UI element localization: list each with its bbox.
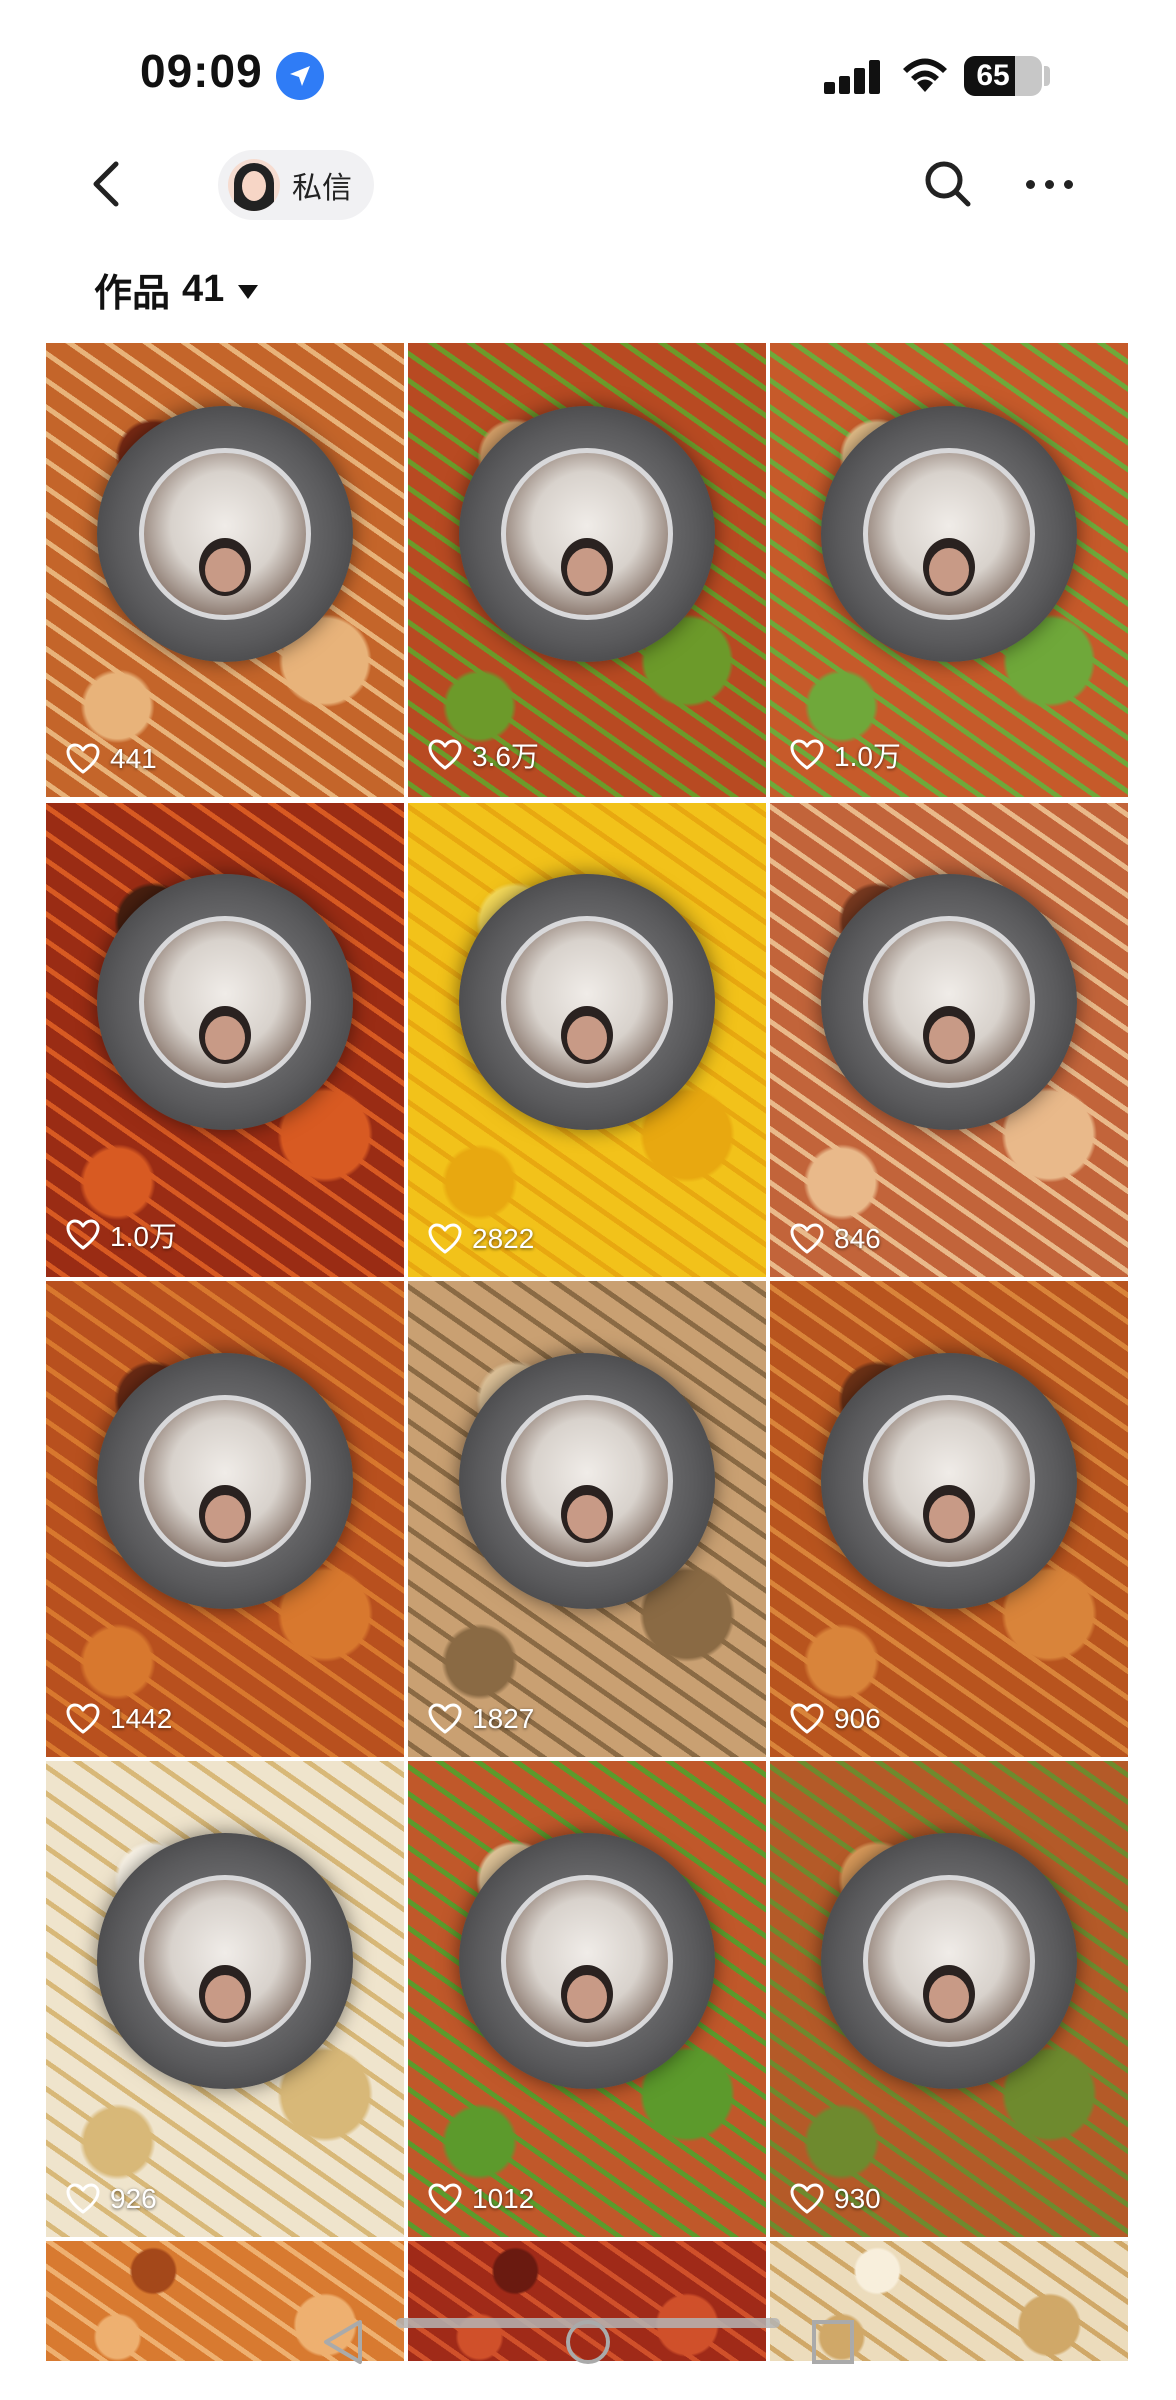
works-label: 作品 [94,273,171,315]
like-count-value: 3.6万 [472,741,539,772]
person-face [567,1974,607,2019]
video-thumbnail[interactable]: 1.0万 [770,343,1128,797]
nav-home-icon[interactable] [564,2318,612,2366]
like-count: 1442 [66,1703,172,1735]
like-count: 930 [790,2183,881,2215]
search-icon [925,161,971,207]
heart-icon [790,739,824,770]
avatar [228,159,280,211]
video-thumbnail[interactable]: 441 [46,343,404,797]
status-bar: 09:09 65 [0,0,1176,150]
works-filter[interactable]: 作品 41 [94,262,259,317]
person-face [929,1974,969,2019]
video-thumbnail[interactable]: 1.0万 [46,803,404,1277]
like-count-value: 441 [110,743,157,774]
like-count-value: 1827 [472,1703,535,1734]
heart-icon [790,1703,824,1734]
chevron-left-icon [93,161,119,207]
heart-icon [790,2183,824,2214]
heart-icon [428,1223,462,1254]
caret-down-icon [238,284,259,299]
video-thumbnail[interactable]: 1012 [408,1761,766,2237]
video-thumbnail[interactable]: 1827 [408,1281,766,1757]
heart-icon [66,743,100,774]
like-count-value: 846 [834,1223,881,1254]
like-count-value: 1.0万 [834,741,901,772]
direct-message-label: 私信 [292,172,352,205]
heart-icon [790,1223,824,1254]
like-count: 441 [66,743,157,775]
video-thumbnail[interactable]: 3.6万 [408,343,766,797]
person-face [567,547,607,592]
person-face [567,1494,607,1539]
works-count: 41 [182,268,225,310]
person-face [929,1494,969,1539]
like-count-value: 906 [834,1703,881,1734]
person-face [205,1974,245,2019]
search-button[interactable] [920,156,976,212]
heart-icon [428,2183,462,2214]
like-count: 906 [790,1703,881,1735]
like-count: 1.0万 [790,735,901,775]
person-face [929,547,969,592]
like-count-value: 930 [834,2183,881,2214]
more-options-button[interactable] [1020,164,1080,204]
heart-icon [66,1219,100,1250]
heart-icon [428,739,462,770]
video-thumbnail[interactable]: 926 [46,1761,404,2237]
cellular-signal-icon [824,58,882,94]
battery-tip [1044,66,1050,86]
status-time: 09:09 [140,45,263,97]
like-count-value: 926 [110,2183,157,2214]
like-count: 2822 [428,1223,534,1255]
person-face [567,1016,607,1061]
nav-recents-icon[interactable] [810,2318,856,2366]
direct-message-button[interactable]: 私信 [218,150,374,220]
like-count: 1012 [428,2183,534,2215]
like-count: 926 [66,2183,157,2215]
person-face [205,547,245,592]
person-face [205,1494,245,1539]
like-count: 1827 [428,1703,534,1735]
like-count-value: 1442 [110,1703,173,1734]
battery-level: 65 [976,59,1010,92]
video-thumbnail[interactable]: 846 [770,803,1128,1277]
like-count-value: 2822 [472,1223,535,1254]
like-count: 1.0万 [66,1215,177,1255]
nav-back-icon[interactable] [320,2318,366,2366]
back-button[interactable] [80,156,136,212]
person-face [205,1016,245,1061]
heart-icon [66,2183,100,2214]
battery-icon: 65 [964,56,1042,96]
video-thumbnail[interactable]: 2822 [408,803,766,1277]
like-count: 3.6万 [428,735,539,775]
video-thumbnail[interactable]: 930 [770,1761,1128,2237]
video-thumbnail[interactable]: 906 [770,1281,1128,1757]
heart-icon [66,1703,100,1734]
location-arrow-icon [276,52,324,100]
like-count-value: 1012 [472,2183,535,2214]
like-count-value: 1.0万 [110,1221,177,1252]
video-thumbnail[interactable]: 1442 [46,1281,404,1757]
heart-icon [428,1703,462,1734]
like-count: 846 [790,1223,881,1255]
wifi-icon [898,50,952,99]
person-face [929,1016,969,1061]
